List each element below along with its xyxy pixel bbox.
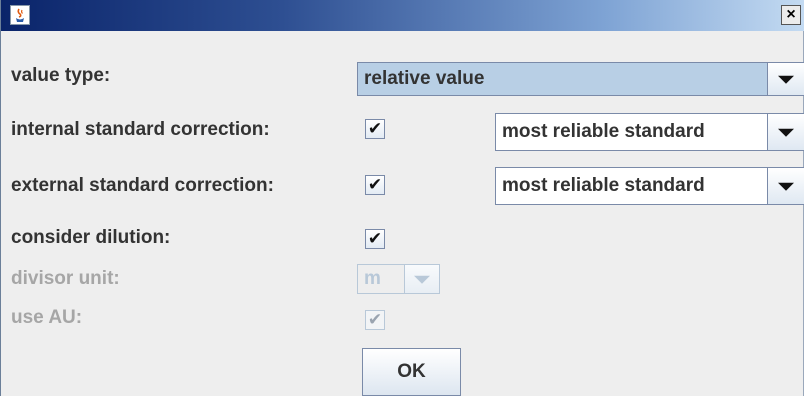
- ok-button[interactable]: OK: [362, 348, 461, 396]
- divisor-unit-selected: m: [364, 268, 381, 289]
- external-standard-checkbox[interactable]: ✔: [365, 175, 385, 195]
- divisor-unit-dropdown[interactable]: m: [357, 264, 440, 294]
- close-icon: ×: [786, 6, 796, 23]
- value-type-dropdown[interactable]: relative value: [357, 62, 804, 96]
- divisor-unit-arrow-button[interactable]: [404, 264, 440, 294]
- checkmark-icon: ✔: [367, 310, 383, 329]
- ok-button-label: OK: [397, 361, 426, 382]
- divisor-unit-label: divisor unit:: [11, 268, 120, 289]
- title-bar[interactable]: ×: [1, 0, 804, 31]
- value-type-arrow-button[interactable]: [767, 62, 804, 96]
- use-au-label: use AU:: [11, 307, 83, 328]
- external-standard-dropdown[interactable]: most reliable standard: [495, 167, 804, 205]
- internal-standard-label: internal standard correction:: [11, 119, 270, 140]
- chevron-down-icon: [778, 128, 794, 137]
- value-type-selected: relative value: [364, 68, 485, 89]
- chevron-down-icon: [778, 182, 794, 191]
- external-standard-arrow-button[interactable]: [767, 167, 804, 205]
- checkmark-icon: ✔: [367, 175, 383, 194]
- chevron-down-icon: [414, 275, 430, 284]
- internal-standard-checkbox[interactable]: ✔: [365, 119, 385, 139]
- chevron-down-icon: [778, 75, 794, 84]
- external-standard-selected: most reliable standard: [502, 175, 705, 196]
- java-cup-icon: [10, 5, 30, 25]
- dialog-window: × value type: relative value internal st…: [0, 0, 804, 396]
- external-standard-label: external standard correction:: [11, 175, 274, 196]
- use-au-checkbox[interactable]: ✔: [365, 310, 385, 330]
- consider-dilution-label: consider dilution:: [11, 227, 171, 248]
- checkmark-icon: ✔: [367, 119, 383, 138]
- internal-standard-arrow-button[interactable]: [767, 113, 804, 151]
- checkmark-icon: ✔: [367, 229, 383, 248]
- internal-standard-dropdown[interactable]: most reliable standard: [495, 113, 804, 151]
- close-button[interactable]: ×: [781, 5, 801, 25]
- value-type-label: value type:: [11, 65, 111, 86]
- consider-dilution-checkbox[interactable]: ✔: [365, 229, 385, 249]
- internal-standard-selected: most reliable standard: [502, 121, 705, 142]
